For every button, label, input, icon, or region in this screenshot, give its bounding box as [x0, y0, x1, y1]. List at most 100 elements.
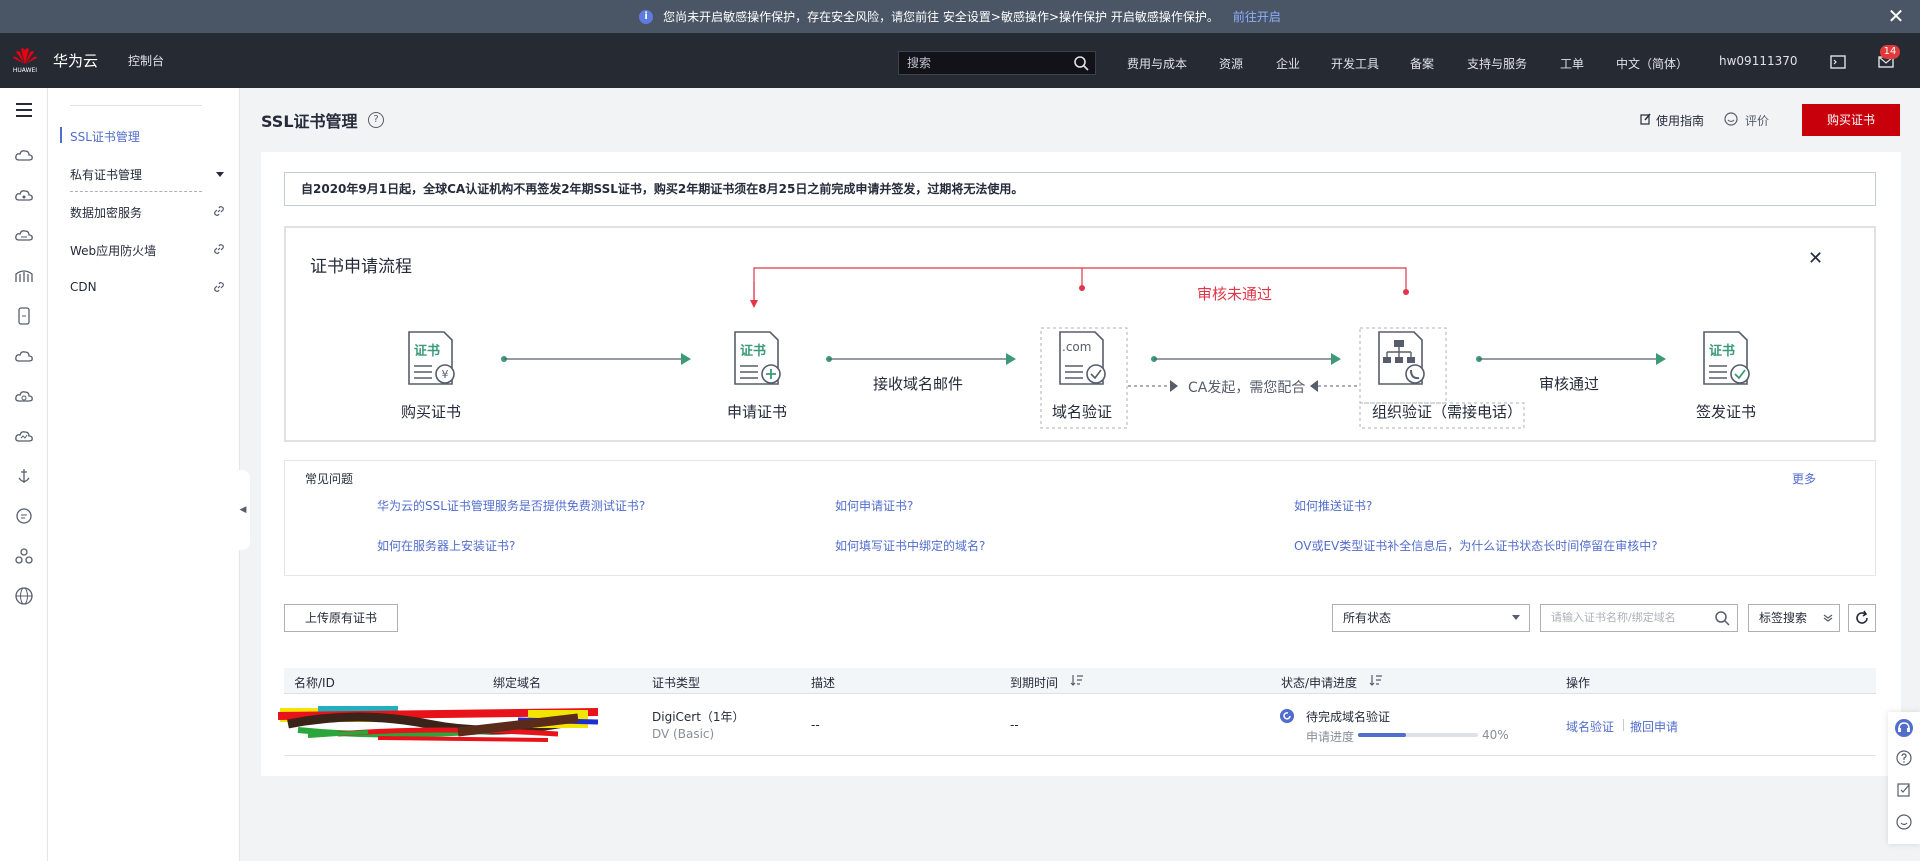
nav-cost[interactable]: 费用与成本	[1127, 55, 1187, 72]
column-desc: 描述	[811, 676, 836, 690]
nav-language[interactable]: 中文（简体）	[1616, 55, 1688, 72]
step-apply: 申请证书	[727, 403, 788, 421]
faq-question[interactable]: 如何申请证书?	[835, 497, 913, 514]
withdraw-action[interactable]: 撤回申请	[1630, 718, 1678, 735]
sidebar-divider	[70, 191, 202, 192]
smile-icon[interactable]	[1724, 112, 1738, 126]
external-link-icon[interactable]	[213, 243, 225, 255]
column-expire: 到期时间	[1010, 676, 1059, 690]
notice-link[interactable]: 前往开启	[1233, 8, 1281, 25]
terminal-icon[interactable]	[1830, 55, 1846, 69]
cloud-storage-icon[interactable]	[14, 226, 34, 246]
upload-certificate-button[interactable]: 上传原有证书	[284, 604, 398, 632]
bridge-icon[interactable]	[14, 266, 34, 286]
faq-title: 常见问题	[305, 472, 354, 486]
nav-enterprise[interactable]: 企业	[1276, 55, 1300, 72]
chevron-down-icon[interactable]	[216, 172, 224, 177]
sidebar-collapse-handle[interactable]: ◀	[236, 470, 250, 550]
globe-icon[interactable]	[14, 586, 34, 606]
buy-certificate-button[interactable]: 购买证书	[1802, 104, 1900, 136]
column-status: 状态/申请进度	[1281, 676, 1358, 690]
faq-question[interactable]: 如何在服务器上安装证书?	[377, 537, 515, 554]
step-issue: 签发证书	[1696, 403, 1757, 421]
menu-icon[interactable]	[14, 100, 34, 120]
refresh-button[interactable]	[1848, 604, 1876, 632]
cloud-server-icon[interactable]	[14, 146, 34, 166]
svg-text:¥: ¥	[442, 368, 449, 381]
progress-fill	[1358, 733, 1406, 737]
refresh-icon	[1856, 610, 1868, 624]
sidebar-item-dew[interactable]: 数据加密服务	[70, 204, 142, 221]
search-icon[interactable]	[1714, 610, 1730, 626]
nav-support[interactable]: 支持与服务	[1467, 55, 1527, 72]
domain-verify-action[interactable]: 域名验证	[1566, 718, 1614, 735]
column-name: 名称/ID	[294, 676, 335, 690]
nav-user[interactable]: hw09111370	[1719, 54, 1798, 68]
action-separator	[1623, 719, 1624, 731]
faq-question[interactable]: 华为云的SSL证书管理服务是否提供免费测试证书?	[377, 497, 645, 514]
sort-icon[interactable]	[1369, 673, 1383, 687]
cluster-icon[interactable]	[14, 546, 34, 566]
cloud-icon[interactable]	[14, 346, 34, 366]
sidebar-item-ssl[interactable]: SSL证书管理	[70, 128, 140, 145]
sidebar-item-private-cert[interactable]: 私有证书管理	[70, 166, 142, 183]
faq-more-link[interactable]: 更多	[1792, 470, 1816, 487]
cert-expire: --	[1010, 718, 1019, 732]
redacted-scribble	[278, 706, 599, 742]
guide-link[interactable]: 使用指南	[1656, 112, 1704, 129]
faq-question[interactable]: OV或EV类型证书补全信息后，为什么证书状态长时间停留在审核中?	[1294, 537, 1658, 554]
sidebar-divider	[70, 105, 202, 106]
reject-loop	[750, 267, 1409, 308]
brand-name[interactable]: 华为云	[53, 50, 98, 71]
cloud-security-icon[interactable]	[14, 386, 34, 406]
chat-icon[interactable]	[14, 506, 34, 526]
cert-level: DV (Basic)	[652, 727, 715, 741]
step-org-verify: 组织验证（需接电话）	[1372, 403, 1523, 421]
status-filter-select[interactable]: 所有状态	[1332, 604, 1530, 632]
column-type: 证书类型	[652, 676, 701, 690]
arrow-label-approved: 审核通过	[1539, 375, 1600, 393]
tag-search-button[interactable]: 标签搜索	[1748, 604, 1840, 632]
arrow-label-ca: CA发起，需您配合	[1188, 380, 1306, 396]
progress-percent: 40%	[1482, 728, 1509, 742]
chevron-down-icon[interactable]	[1512, 615, 1520, 620]
arrow-label-email: 接收域名邮件	[873, 375, 964, 393]
rate-link[interactable]: 评价	[1745, 112, 1769, 129]
close-icon[interactable]: ✕	[1886, 6, 1906, 26]
nav-resource[interactable]: 资源	[1219, 55, 1243, 72]
help-icon[interactable]: ?	[368, 112, 384, 128]
question-icon[interactable]	[1896, 750, 1912, 766]
progress-label: 申请进度	[1306, 730, 1355, 744]
feedback-icon[interactable]	[1896, 782, 1912, 798]
certificate-search-input[interactable]: 请输入证书名称/绑定域名	[1540, 604, 1738, 632]
faq-question[interactable]: 如何推送证书?	[1294, 497, 1372, 514]
customer-service-icon[interactable]	[1894, 718, 1914, 738]
nav-devtools[interactable]: 开发工具	[1331, 55, 1379, 72]
double-chevron-icon	[1823, 614, 1833, 622]
cloud-monitor-icon[interactable]	[14, 426, 34, 446]
edit-guide-icon[interactable]	[1640, 113, 1652, 125]
anchor-icon[interactable]	[14, 466, 34, 486]
faq-question[interactable]: 如何填写证书中绑定的域名?	[835, 537, 985, 554]
console-link[interactable]: 控制台	[128, 52, 164, 69]
message-count-badge: 14	[1880, 45, 1900, 59]
external-link-icon[interactable]	[213, 205, 225, 217]
status-text: 待完成域名验证	[1306, 710, 1391, 724]
flow-arrow	[826, 353, 1016, 365]
notice-text: 您尚未开启敏感操作保护，存在安全风险，请您前往 安全设置>敏感操作>操作保护 开…	[663, 10, 1219, 24]
global-search-input[interactable]: 搜索	[898, 51, 1096, 75]
cert-icon-text: 证书	[740, 344, 767, 359]
nav-ticket[interactable]: 工单	[1560, 55, 1584, 72]
logo-text: HUAWEI	[12, 67, 38, 74]
search-icon[interactable]	[1073, 55, 1089, 71]
external-link-icon[interactable]	[213, 281, 225, 293]
database-icon[interactable]	[14, 306, 34, 326]
sort-icon[interactable]	[1070, 673, 1084, 687]
cloud-network-icon[interactable]	[14, 186, 34, 206]
sidebar-item-waf[interactable]: Web应用防火墙	[70, 242, 156, 259]
info-icon: i	[639, 9, 654, 24]
sidebar-item-cdn[interactable]: CDN	[70, 280, 97, 294]
huawei-logo[interactable]: HUAWEI	[5, 33, 45, 88]
nav-filing[interactable]: 备案	[1410, 55, 1434, 72]
smile-icon[interactable]	[1896, 814, 1912, 830]
